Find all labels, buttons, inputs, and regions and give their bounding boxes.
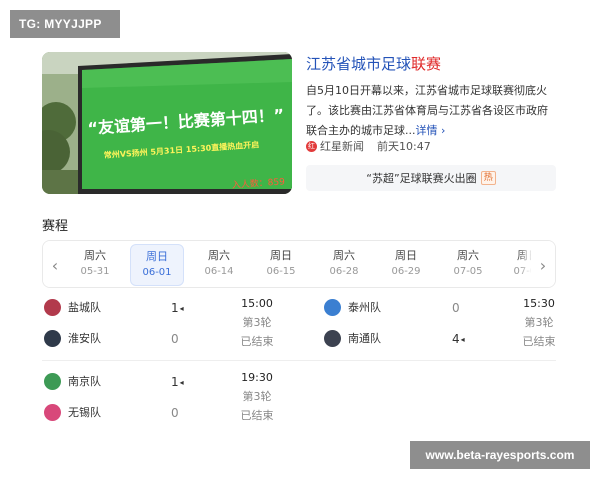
date-tab[interactable]: 周六 07-05 xyxy=(441,244,495,286)
match-time: 15:30 xyxy=(523,297,555,310)
date-value: 06-15 xyxy=(266,266,296,277)
news-time: 前天10:47 xyxy=(377,140,431,153)
date-tab[interactable]: 周日 06-15 xyxy=(254,244,308,286)
date-value: 05-31 xyxy=(80,266,110,277)
team-name[interactable]: 南京队 xyxy=(68,375,101,389)
date-value: 07-05 xyxy=(453,266,483,277)
team-name[interactable]: 淮安队 xyxy=(68,332,101,346)
date-tab-active[interactable]: 周日 06-01 xyxy=(130,244,184,286)
match-time: 19:30 xyxy=(241,371,273,384)
team-logo-icon xyxy=(44,299,61,316)
related-search-pill[interactable]: “苏超”足球联赛火出圈 热 xyxy=(306,165,556,191)
source-logo-icon: 红 xyxy=(306,140,317,152)
match-status: 已结束 xyxy=(522,335,556,348)
match-round: 第3轮 xyxy=(242,390,272,403)
team-score: 4 xyxy=(452,332,465,347)
date-tab[interactable]: 周六 05-31 xyxy=(68,244,122,286)
date-value: 06-01 xyxy=(142,267,172,278)
match-round: 第3轮 xyxy=(242,316,272,329)
match-status: 已结束 xyxy=(240,335,274,348)
match-divider xyxy=(42,360,556,361)
match-time: 15:00 xyxy=(241,297,273,310)
date-value: 06-14 xyxy=(204,266,234,277)
team-logo-icon xyxy=(44,330,61,347)
team-name[interactable]: 泰州队 xyxy=(348,301,381,315)
date-value: 06-28 xyxy=(329,266,359,277)
news-thumbnail[interactable]: “友谊第一！比赛第十四！” 常州VS扬州 5月31日 15:30直播热血开启 入… xyxy=(42,52,292,194)
date-tab[interactable]: 周六 06-28 xyxy=(317,244,371,286)
team-score: 1 xyxy=(171,301,184,316)
chevron-right-icon[interactable]: › xyxy=(531,241,555,287)
related-search-label: “苏超”足球联赛火出圈 xyxy=(366,172,477,185)
news-source[interactable]: 红星新闻 xyxy=(320,138,364,154)
date-weekday: 周六 xyxy=(208,249,230,262)
match-status: 已结束 xyxy=(240,409,274,422)
schedule-title: 赛程 xyxy=(42,219,69,234)
team-name[interactable]: 南通队 xyxy=(348,332,381,346)
news-meta: 红 红星新闻 前天10:47 xyxy=(306,138,431,154)
date-weekday: 周六 xyxy=(333,249,355,262)
date-weekday: 周六 xyxy=(457,249,479,262)
match-round: 第3轮 xyxy=(524,316,554,329)
team-logo-icon xyxy=(44,404,61,421)
team-name[interactable]: 无锡队 xyxy=(68,406,101,420)
team-score: 0 xyxy=(452,301,460,315)
team-logo-icon xyxy=(324,299,341,316)
team-score: 1 xyxy=(171,375,184,390)
team-logo-icon xyxy=(44,373,61,390)
date-strip: ‹ 周六 05-31 周日 06-01 周六 06-14 周日 06-15 周六… xyxy=(42,240,556,288)
news-title-highlight: 联赛 xyxy=(411,55,442,73)
date-value: 06-29 xyxy=(391,266,421,277)
news-title-link[interactable]: 江苏省城市足球联赛 xyxy=(306,53,441,74)
date-weekday: 周日 xyxy=(270,249,292,262)
team-name[interactable]: 盐城队 xyxy=(68,301,101,315)
news-description: 自5月10日开幕以来，江苏省城市足球联赛彻底火了。该比赛由江苏省体育局与江苏省各… xyxy=(306,81,558,141)
team-logo-icon xyxy=(324,330,341,347)
date-tab[interactable]: 周日 06-29 xyxy=(379,244,433,286)
team-score: 0 xyxy=(171,406,179,420)
chevron-left-icon[interactable]: ‹ xyxy=(43,241,67,287)
date-weekday: 周六 xyxy=(84,249,106,262)
watermark-bottom-right: www.beta-rayesports.com xyxy=(410,441,590,469)
watermark-top-left: TG: MYYJJPP xyxy=(10,10,120,38)
led-billboard-image: “友谊第一！比赛第十四！” 常州VS扬州 5月31日 15:30直播热血开启 入… xyxy=(42,52,292,194)
news-more-link[interactable]: 详情 › xyxy=(416,124,446,137)
date-weekday: 周日 xyxy=(146,250,168,263)
news-title-text: 江苏省城市足球 xyxy=(306,55,412,73)
team-score: 0 xyxy=(171,332,179,346)
date-tab[interactable]: 周六 06-14 xyxy=(192,244,246,286)
date-weekday: 周日 xyxy=(395,249,417,262)
hot-badge: 热 xyxy=(480,171,496,185)
